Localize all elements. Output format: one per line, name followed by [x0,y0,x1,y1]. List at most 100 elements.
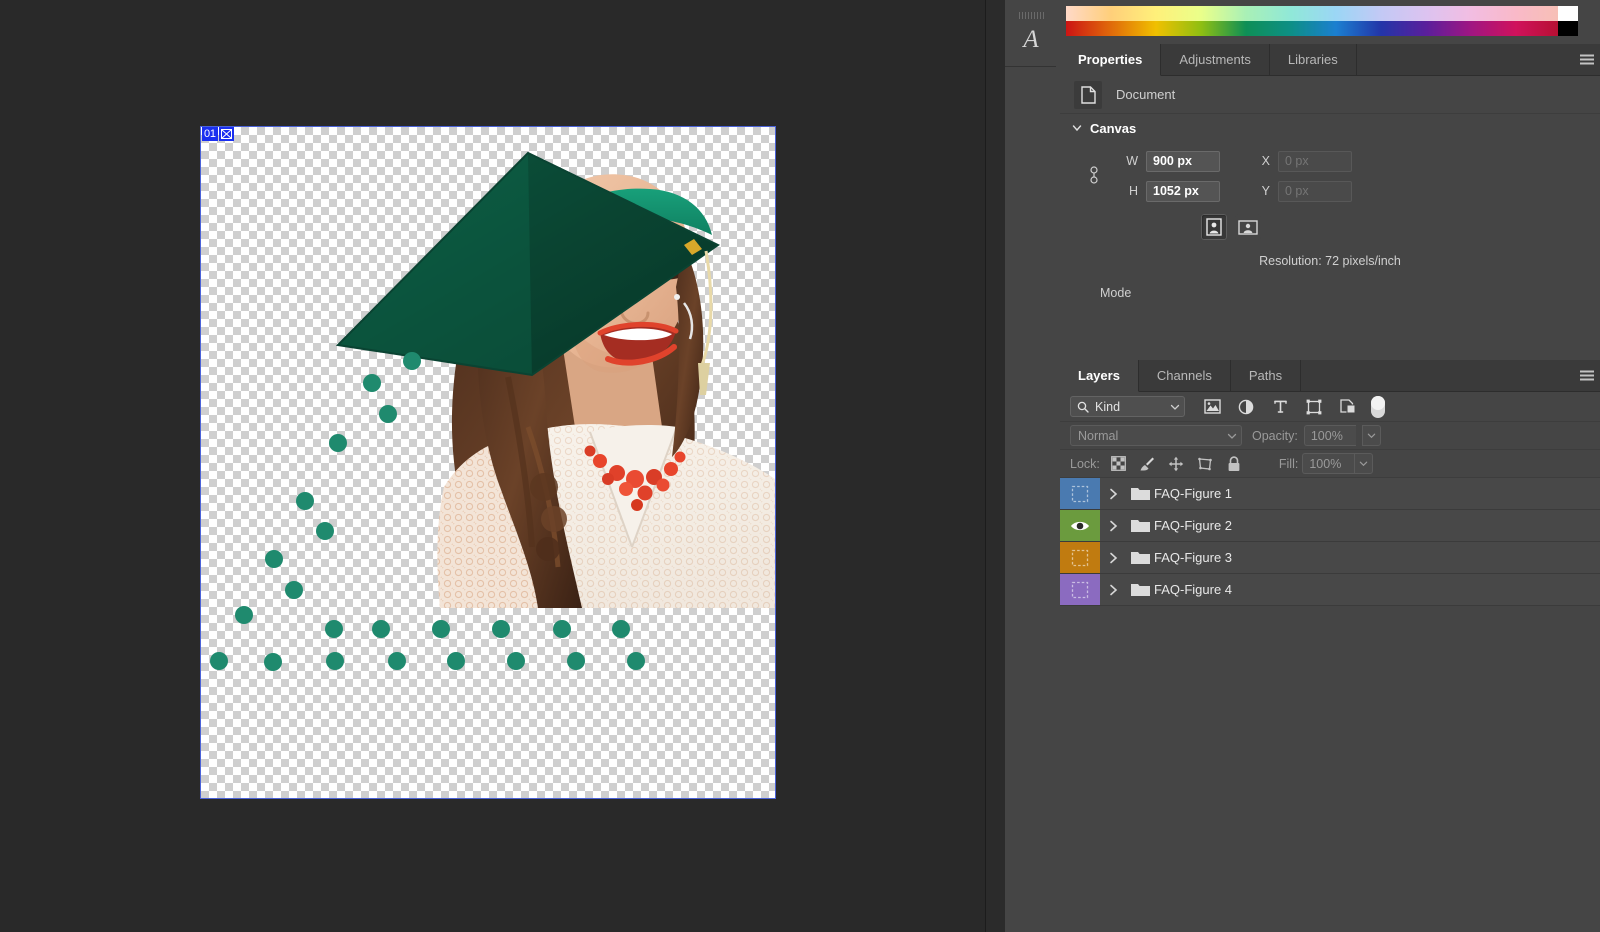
opacity-value[interactable]: 100% [1304,425,1356,446]
dock-grip-handle[interactable] [1019,12,1045,19]
tab-layers[interactable]: Layers [1060,360,1139,392]
image-filter-icon[interactable] [1203,398,1221,416]
document-row[interactable]: Document [1060,76,1600,114]
properties-panel-group: Properties Adjustments Libraries Documen… [1060,44,1600,320]
tab-channels[interactable]: Channels [1139,360,1231,391]
folder-icon [1126,478,1154,509]
tab-properties[interactable]: Properties [1060,44,1161,76]
artboard[interactable] [201,127,775,798]
mode-label: Mode [1060,286,1600,314]
y-input[interactable] [1278,181,1352,202]
artboard-number: 01 [202,127,218,141]
layer-expand-toggle[interactable] [1100,510,1126,541]
document-icon [1074,81,1102,109]
height-label: H [1126,184,1138,198]
lock-all-icon[interactable] [1226,455,1243,472]
height-y-row: H Y [1060,176,1600,206]
layer-filter-row: Kind [1060,392,1600,422]
chevron-down-icon [1359,459,1368,468]
link-constrain-icon[interactable] [1088,164,1100,186]
properties-panel-body: Document Canvas W [1060,76,1600,320]
portrait-orientation-button[interactable] [1201,214,1227,240]
layer-expand-toggle[interactable] [1100,478,1126,509]
table-row[interactable]: FAQ-Figure 1 [1060,478,1600,510]
document-canvas-area[interactable]: 01 [0,0,985,932]
artboard-icon [219,127,234,141]
layer-thumbnail-icon [1071,485,1089,503]
lock-image-icon[interactable] [1139,455,1156,472]
layers-tabbar: Layers Channels Paths [1060,360,1600,392]
white-swatch[interactable] [1558,6,1578,21]
y-label: Y [1258,184,1270,198]
x-label: X [1258,154,1270,168]
opacity-label: Opacity: [1252,429,1298,443]
eye-icon [1070,519,1090,533]
layer-expand-toggle[interactable] [1100,542,1126,573]
x-input[interactable] [1278,151,1352,172]
type-filter-icon[interactable] [1271,398,1289,416]
chevron-down-icon [1367,431,1376,440]
height-input[interactable] [1146,181,1220,202]
chevron-right-icon [1109,584,1118,596]
artboard-label-badge[interactable]: 01 [202,127,234,141]
layer-thumbnail-icon [1071,549,1089,567]
app-root: 01 A [0,0,1600,932]
lock-position-icon[interactable] [1168,455,1185,472]
blend-mode-value: Normal [1078,429,1227,443]
graduate-photo-svg [332,127,775,608]
layer-visibility-toggle[interactable] [1060,574,1100,605]
filter-enable-toggle[interactable] [1371,396,1385,418]
filter-kind-select[interactable]: Kind [1070,396,1185,417]
width-input[interactable] [1146,151,1220,172]
layer-name: FAQ-Figure 1 [1154,478,1232,509]
character-panel-icon[interactable]: A [1005,22,1057,58]
canvas-section-header[interactable]: Canvas [1060,114,1600,142]
lock-artboard-icon[interactable] [1197,455,1214,472]
blend-mode-select[interactable]: Normal [1070,425,1242,446]
folder-icon [1126,542,1154,573]
width-label: W [1126,154,1138,168]
folder-icon [1126,510,1154,541]
layer-visibility-toggle[interactable] [1060,510,1100,541]
dock-divider [1005,66,1057,67]
table-row[interactable]: FAQ-Figure 3 [1060,542,1600,574]
layer-expand-toggle[interactable] [1100,574,1126,605]
layer-visibility-toggle[interactable] [1060,542,1100,573]
color-spectrum-ramp[interactable] [1066,6,1561,36]
chevron-right-icon [1109,488,1118,500]
chevron-down-icon [1227,431,1237,441]
tab-libraries[interactable]: Libraries [1270,44,1357,75]
lock-icons [1110,455,1243,472]
lock-row: Lock: [1060,450,1600,478]
lock-transparency-icon[interactable] [1110,455,1127,472]
tab-paths[interactable]: Paths [1231,360,1301,391]
adjustment-filter-icon[interactable] [1237,398,1255,416]
properties-panel-menu-icon[interactable] [1580,54,1594,65]
opacity-stepper[interactable] [1362,425,1381,446]
landscape-orientation-button[interactable] [1235,214,1261,240]
layers-list: FAQ-Figure 1FAQ-Figure 2FAQ-Figure 3FAQ-… [1060,478,1600,606]
folder-icon [1126,574,1154,605]
tab-adjustments[interactable]: Adjustments [1161,44,1270,75]
spectrum-saturated-band [1066,21,1561,36]
search-icon [1077,401,1089,413]
spectrum-light-band [1066,6,1561,21]
table-row[interactable]: FAQ-Figure 2 [1060,510,1600,542]
lock-label: Lock: [1070,457,1100,471]
artwork-photo[interactable] [332,127,775,608]
canvas-dimension-fields: W X H Y [1060,142,1600,320]
chevron-right-icon [1109,552,1118,564]
black-swatch[interactable] [1558,21,1578,36]
smart-object-filter-icon[interactable] [1339,398,1357,416]
shape-filter-icon[interactable] [1305,398,1323,416]
fill-value[interactable]: 100% [1302,453,1354,474]
color-panel[interactable] [1060,4,1600,39]
layer-thumbnail-icon [1071,581,1089,599]
fill-stepper[interactable] [1354,453,1373,474]
layer-visibility-toggle[interactable] [1060,478,1100,509]
dock-column: A [1005,0,1057,932]
blend-mode-row: Normal Opacity: 100% [1060,422,1600,450]
table-row[interactable]: FAQ-Figure 4 [1060,574,1600,606]
layers-panel-group: Layers Channels Paths Kind [1060,360,1600,932]
layers-panel-menu-icon[interactable] [1580,370,1594,381]
